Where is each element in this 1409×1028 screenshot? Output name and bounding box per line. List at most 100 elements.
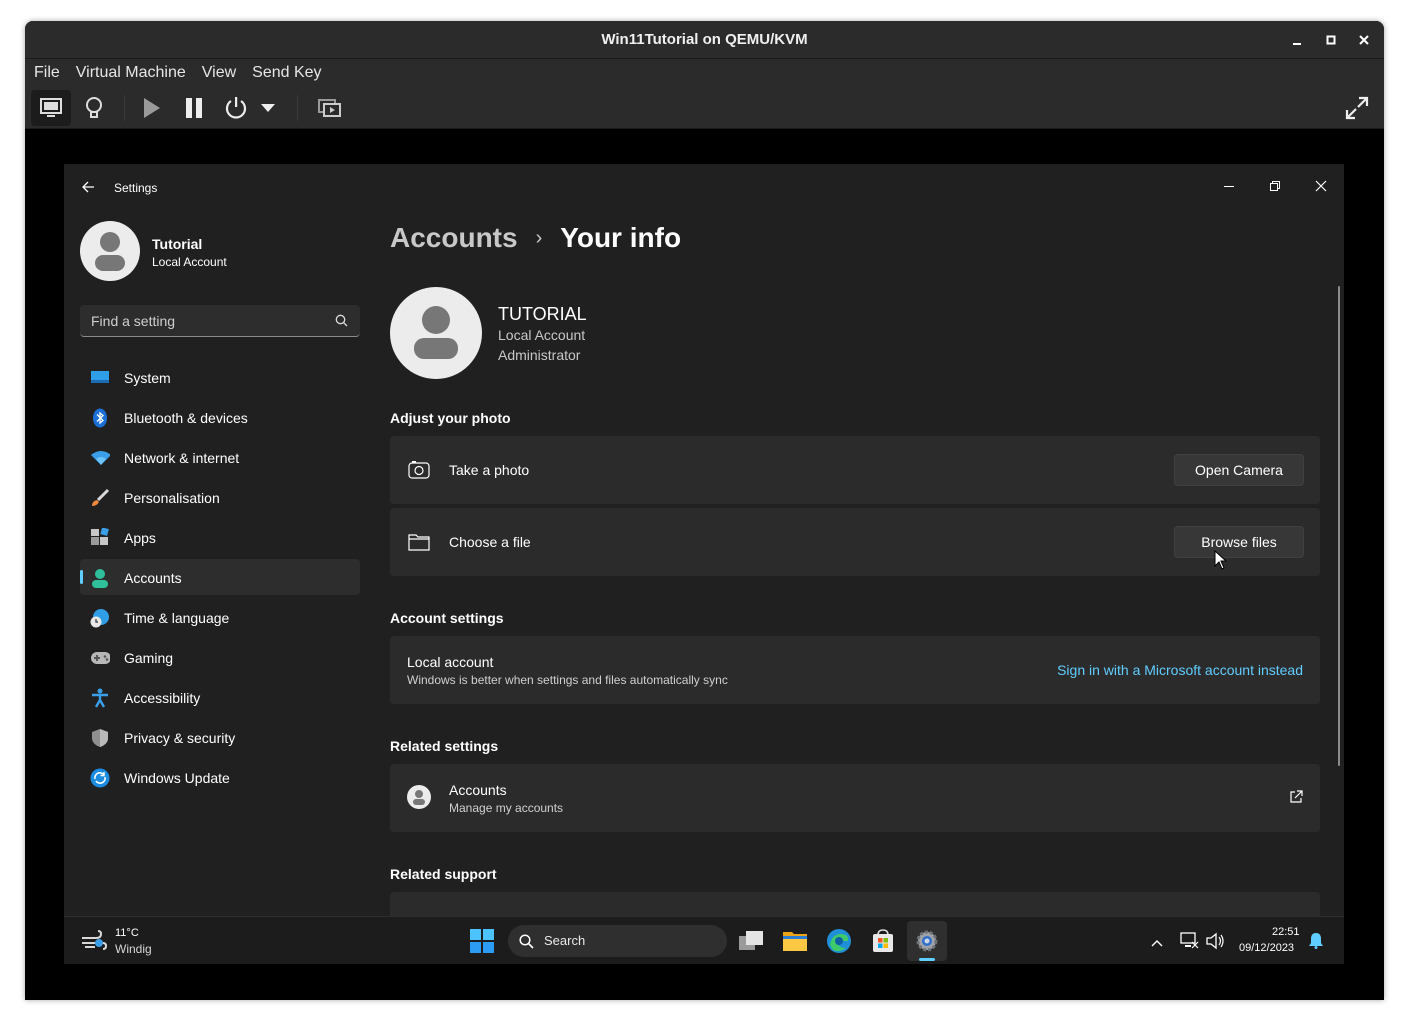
sidebar-item-bluetooth[interactable]: Bluetooth & devices [80,399,360,435]
fullscreen-icon [1345,96,1369,120]
search-icon [519,934,534,954]
user-name: TUTORIAL [498,304,587,324]
update-icon [90,768,110,788]
weather-icon [81,930,108,957]
host-minimize-button[interactable] [1280,21,1314,59]
minimize-icon [1293,43,1301,45]
settings-window-title: Settings [114,181,158,195]
breadcrumb: Accounts › Your info [390,222,681,254]
host-menubar: File Virtual Machine View Send Key [25,59,1384,87]
weather-temperature[interactable]: 11°C [115,927,139,939]
related-accounts-card[interactable]: Accounts Manage my accounts [390,764,1320,832]
notification-bell-icon[interactable] [1309,932,1323,954]
choose-file-card: Choose a file Browse files [390,508,1320,576]
chevron-up-icon[interactable] [1151,934,1163,952]
shutdown-menu-button[interactable] [256,90,280,126]
bluetooth-icon [90,408,110,428]
settings-close-button[interactable] [1298,170,1344,202]
page-title: Your info [560,222,682,253]
sidebar-item-network[interactable]: Network & internet [80,439,360,475]
related-support-card[interactable] [390,892,1320,916]
selection-indicator [80,570,83,584]
sidebar-item-personalisation[interactable]: Personalisation [80,479,360,515]
local-account-title: Local account [407,654,494,670]
sign-in-microsoft-link[interactable]: Sign in with a Microsoft account instead [1057,662,1303,678]
monitor-icon [40,98,62,117]
browse-files-button[interactable]: Browse files [1174,526,1304,558]
start-button[interactable] [462,921,502,961]
console-view-button[interactable] [31,90,71,126]
microsoft-store-button[interactable] [863,921,903,961]
local-account-card: Local account Windows is better when set… [390,636,1320,704]
shutdown-button[interactable] [216,90,256,126]
breadcrumb-parent[interactable]: Accounts [390,222,518,254]
user-role: Administrator [498,347,581,363]
edge-icon [827,929,851,953]
related-accounts-title: Accounts [449,782,507,798]
taskbar: 11°C Windig Search 22:51 09/12/2023 [64,916,1344,964]
host-maximize-button[interactable] [1314,21,1348,59]
edge-browser-button[interactable] [819,921,859,961]
settings-restore-button[interactable] [1252,170,1298,202]
volume-icon[interactable] [1205,932,1225,955]
menu-file[interactable]: File [34,64,60,82]
taskbar-search[interactable]: Search [508,925,727,957]
search-input[interactable]: Find a setting [80,305,360,337]
snapshots-button[interactable] [310,90,350,126]
network-icon[interactable] [1179,930,1199,955]
settings-minimize-button[interactable] [1206,170,1252,202]
sidebar-item-system[interactable]: System [80,359,360,395]
maximize-icon [1326,35,1336,45]
run-button[interactable] [131,90,171,126]
section-heading-photo: Adjust your photo [390,410,511,426]
person-icon [90,568,110,588]
user-account-type: Local Account [498,327,586,343]
settings-titlebar: Settings [64,164,1344,212]
folder-icon [408,532,430,552]
clock-date[interactable]: 09/12/2023 [1239,942,1294,954]
sidebar-item-accounts[interactable]: Accounts [80,559,360,595]
sidebar-item-accessibility[interactable]: Accessibility [80,679,360,715]
search-placeholder: Find a setting [91,313,176,329]
details-view-button[interactable] [74,90,114,126]
menu-virtual-machine[interactable]: Virtual Machine [76,64,186,82]
host-titlebar: Win11Tutorial on QEMU/KVM [25,21,1384,59]
gamepad-icon [90,648,110,668]
back-button[interactable] [80,179,96,195]
virt-manager-window: Win11Tutorial on QEMU/KVM File Virtual M… [25,21,1384,1000]
sidebar-item-windows-update[interactable]: Windows Update [80,759,360,795]
apps-icon [90,528,110,548]
sidebar-item-gaming[interactable]: Gaming [80,639,360,675]
chevron-down-icon [261,104,275,112]
restore-icon [1270,181,1280,191]
globe-clock-icon [90,608,110,628]
brush-icon [90,488,110,508]
settings-app-button[interactable] [907,921,947,961]
lightbulb-icon [86,97,102,118]
accessibility-icon [90,688,110,708]
task-view-button[interactable] [731,921,771,961]
pause-button[interactable] [174,90,214,126]
chevron-right-icon: › [535,226,543,249]
fullscreen-button[interactable] [1337,90,1377,126]
file-explorer-button[interactable] [775,921,815,961]
section-heading-account-settings: Account settings [390,610,504,626]
guest-display[interactable]: Settings Tutorial Local Account Find a s… [64,164,1344,964]
content-scrollbar[interactable] [1338,286,1340,766]
menu-view[interactable]: View [202,64,236,82]
sidebar-item-privacy[interactable]: Privacy & security [80,719,360,755]
open-camera-button[interactable]: Open Camera [1174,454,1304,486]
sidebar-item-apps[interactable]: Apps [80,519,360,555]
sidebar-item-time-language[interactable]: Time & language [80,599,360,635]
weather-description[interactable]: Windig [115,942,152,956]
person-icon [95,232,125,271]
take-photo-label: Take a photo [449,462,530,478]
host-close-button[interactable] [1347,21,1381,59]
play-icon [144,98,160,118]
person-circle-icon [407,785,431,809]
active-app-indicator [919,958,935,961]
profile-account-type: Local Account [152,255,227,269]
avatar[interactable] [80,221,140,281]
menu-send-key[interactable]: Send Key [252,64,321,82]
clock-time[interactable]: 22:51 [1272,926,1300,938]
